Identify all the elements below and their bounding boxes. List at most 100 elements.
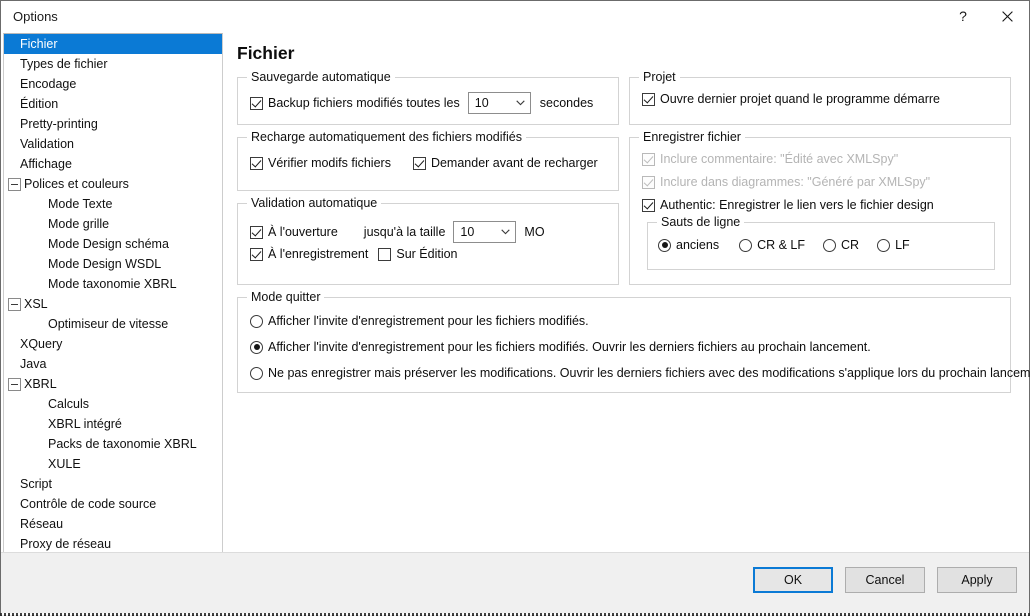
sidebar-item-xule[interactable]: XULE	[4, 454, 222, 474]
sidebar-item-xbrl-integre[interactable]: XBRL intégré	[4, 414, 222, 434]
sidebar-item-types-de-fichier[interactable]: Types de fichier	[4, 54, 222, 74]
sidebar-item-label: XBRL	[24, 374, 57, 394]
radio-circle	[250, 341, 263, 354]
checkbox-prompt-before-reload[interactable]: Demander avant de recharger	[413, 156, 598, 170]
sidebar-item-proxy-de-reseau[interactable]: Proxy de réseau	[4, 534, 222, 554]
sidebar-item-affichage[interactable]: Affichage	[4, 154, 222, 174]
radio-line-break-anciens[interactable]: anciens	[658, 238, 719, 252]
radio-exit-mode-3[interactable]: Ne pas enregistrer mais préserver les mo…	[250, 366, 1030, 380]
sidebar-item-label: Mode Design schéma	[48, 234, 169, 254]
checkbox-box	[250, 97, 263, 110]
checkbox-open-last-project[interactable]: Ouvre dernier projet quand le programme …	[642, 92, 940, 106]
radio-circle	[823, 239, 836, 252]
footer-button-row: OK Cancel Apply	[753, 567, 1017, 593]
radio-label: CR & LF	[757, 238, 805, 252]
checkbox-label: À l'ouverture	[268, 225, 338, 239]
sidebar-item-label: Validation	[20, 134, 74, 154]
sidebar-item-reseau[interactable]: Réseau	[4, 514, 222, 534]
collapse-icon[interactable]	[8, 298, 21, 311]
close-button[interactable]	[985, 1, 1029, 31]
chevron-down-icon	[516, 100, 525, 106]
help-button[interactable]: ?	[941, 1, 985, 31]
sidebar-item-label: Réseau	[20, 514, 63, 534]
sidebar-item-mode-design-schema[interactable]: Mode Design schéma	[4, 234, 222, 254]
cancel-button[interactable]: Cancel	[845, 567, 925, 593]
radio-label: Ne pas enregistrer mais préserver les mo…	[268, 366, 1030, 380]
checkbox-validate-on-edit[interactable]: Sur Édition	[378, 247, 457, 261]
radio-circle	[250, 367, 263, 380]
question-mark-icon: ?	[959, 8, 967, 24]
sidebar-item-xsl[interactable]: XSL	[4, 294, 222, 314]
apply-button[interactable]: Apply	[937, 567, 1017, 593]
checkbox-box	[642, 93, 655, 106]
radio-line-break-cr[interactable]: CR	[823, 238, 859, 252]
sidebar-item-java[interactable]: Java	[4, 354, 222, 374]
sidebar-item-calculs[interactable]: Calculs	[4, 394, 222, 414]
checkbox-validate-on-open[interactable]: À l'ouverture	[250, 225, 338, 239]
tree-list: FichierTypes de fichierEncodageÉditionPr…	[4, 34, 222, 574]
sidebar-item-xquery[interactable]: XQuery	[4, 334, 222, 354]
sidebar-item-label: Pretty-printing	[20, 114, 98, 134]
checkbox-box	[642, 176, 655, 189]
radio-circle	[739, 239, 752, 252]
sidebar-item-script[interactable]: Script	[4, 474, 222, 494]
sidebar-item-xbrl[interactable]: XBRL	[4, 374, 222, 394]
validation-size-label: jusqu'à la taille	[364, 225, 446, 239]
sidebar-item-label: Types de fichier	[20, 54, 108, 74]
sidebar-item-validation[interactable]: Validation	[4, 134, 222, 154]
radio-exit-mode-1[interactable]: Afficher l'invite d'enregistrement pour …	[250, 314, 589, 328]
checkbox-box	[250, 248, 263, 261]
sidebar-item-mode-design-wsdl[interactable]: Mode Design WSDL	[4, 254, 222, 274]
options-category-tree[interactable]: FichierTypes de fichierEncodageÉditionPr…	[3, 33, 223, 581]
radio-line-break-lf[interactable]: LF	[877, 238, 910, 252]
checkbox-validate-on-save[interactable]: À l'enregistrement	[250, 247, 368, 261]
sidebar-item-label: XSL	[24, 294, 48, 314]
sidebar-item-label: Mode taxonomie XBRL	[48, 274, 177, 294]
sidebar-item-mode-grille[interactable]: Mode grille	[4, 214, 222, 234]
validation-size-combobox[interactable]: 10	[453, 221, 516, 243]
sidebar-item-optimiseur-de-vitesse[interactable]: Optimiseur de vitesse	[4, 314, 222, 334]
radio-label: Afficher l'invite d'enregistrement pour …	[268, 314, 589, 328]
checkbox-box	[250, 226, 263, 239]
sidebar-item-fichier[interactable]: Fichier	[4, 34, 222, 54]
sidebar-item-packs-de-taxonomie-xbrl[interactable]: Packs de taxonomie XBRL	[4, 434, 222, 454]
sidebar-item-pretty-printing[interactable]: Pretty-printing	[4, 114, 222, 134]
autosave-interval-value: 10	[475, 96, 489, 110]
sidebar-item-label: Encodage	[20, 74, 76, 94]
sidebar-item-label: Mode Texte	[48, 194, 112, 214]
radio-label: Afficher l'invite d'enregistrement pour …	[268, 340, 871, 354]
dialog-body: FichierTypes de fichierEncodageÉditionPr…	[1, 31, 1029, 615]
collapse-icon[interactable]	[8, 378, 21, 391]
group-autovalidation: Validation automatique À l'ouverture jus…	[237, 203, 619, 285]
sidebar-item-polices-et-couleurs[interactable]: Polices et couleurs	[4, 174, 222, 194]
sidebar-item-label: Mode grille	[48, 214, 109, 234]
checkbox-verify-file-changes[interactable]: Vérifier modifs fichiers	[250, 156, 391, 170]
sidebar-item-label: Packs de taxonomie XBRL	[48, 434, 197, 454]
checkbox-include-comment[interactable]: Inclure commentaire: "Édité avec XMLSpy"	[642, 152, 898, 166]
autosave-interval-combobox[interactable]: 10	[468, 92, 531, 114]
sidebar-item-label: Optimiseur de vitesse	[48, 314, 168, 334]
checkbox-box	[378, 248, 391, 261]
sidebar-item-edition[interactable]: Édition	[4, 94, 222, 114]
collapse-icon[interactable]	[8, 178, 21, 191]
group-line-breaks-legend: Sauts de ligne	[657, 215, 744, 229]
line-break-radio-group[interactable]: anciens CR & LF CR LF	[658, 238, 910, 252]
sidebar-item-label: Script	[20, 474, 52, 494]
sidebar-item-label: Proxy de réseau	[20, 534, 111, 554]
sidebar-item-mode-taxonomie-xbrl[interactable]: Mode taxonomie XBRL	[4, 274, 222, 294]
ok-button[interactable]: OK	[753, 567, 833, 593]
radio-exit-mode-2[interactable]: Afficher l'invite d'enregistrement pour …	[250, 340, 871, 354]
dialog-footer: OK Cancel Apply	[1, 552, 1029, 615]
sidebar-item-label: Fichier	[20, 34, 58, 54]
sidebar-item-controle-de-code-source[interactable]: Contrôle de code source	[4, 494, 222, 514]
checkbox-authentic-save-design-link[interactable]: Authentic: Enregistrer le lien vers le f…	[642, 198, 934, 212]
group-exit-mode-legend: Mode quitter	[247, 290, 324, 304]
group-autovalidation-legend: Validation automatique	[247, 196, 381, 210]
radio-line-break-cr-lf[interactable]: CR & LF	[739, 238, 805, 252]
sidebar-item-mode-texte[interactable]: Mode Texte	[4, 194, 222, 214]
checkbox-backup-modified-files[interactable]: Backup fichiers modifiés toutes les	[250, 96, 460, 110]
checkbox-label: Vérifier modifs fichiers	[268, 156, 391, 170]
sidebar-item-encodage[interactable]: Encodage	[4, 74, 222, 94]
window-title: Options	[13, 9, 58, 24]
checkbox-include-in-diagrams[interactable]: Inclure dans diagrammes: "Généré par XML…	[642, 175, 930, 189]
